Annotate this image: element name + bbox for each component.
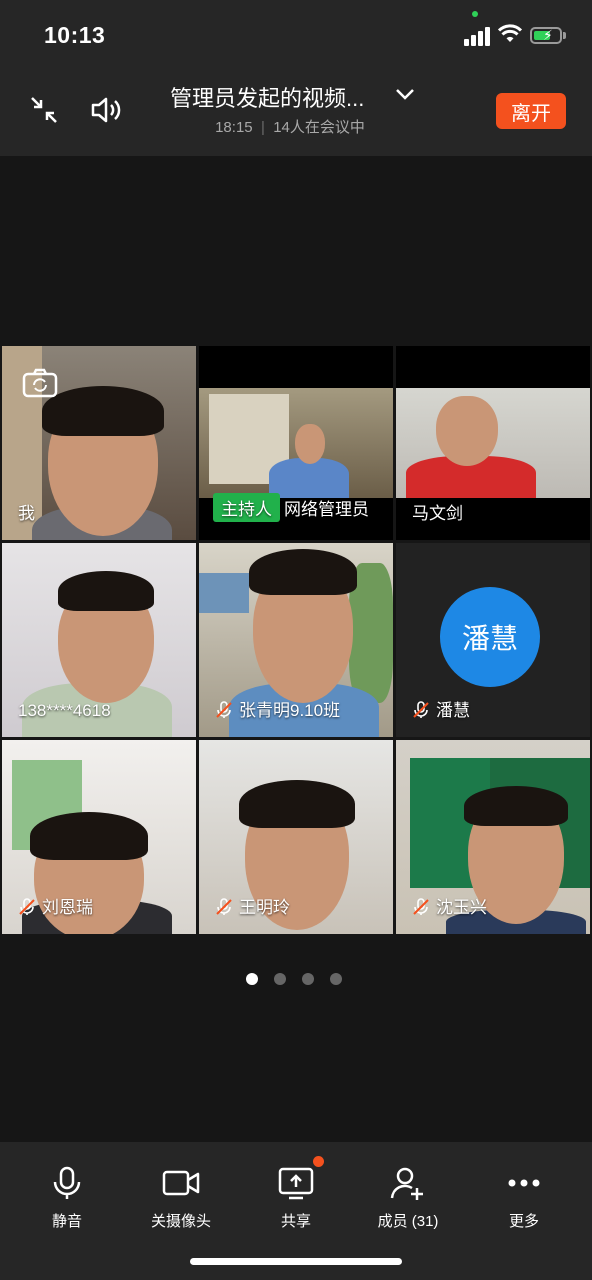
members-button[interactable]: 成员 (31) [353, 1166, 463, 1231]
avatar: 潘慧 [440, 587, 540, 687]
mic-muted-icon [216, 898, 232, 915]
meeting-header: 管理员发起的视频... 18:15 | 14人在会议中 离开 [0, 64, 592, 156]
wifi-icon [498, 24, 522, 42]
participant-name: 沈玉兴 [412, 893, 487, 918]
video-tile[interactable]: 王明玲 [199, 740, 393, 934]
mic-muted-icon [19, 898, 35, 915]
more-button[interactable]: 更多 [469, 1166, 579, 1231]
mic-muted-icon [413, 898, 429, 915]
video-tile[interactable]: 张青明9.10班 [199, 543, 393, 737]
home-indicator[interactable] [190, 1258, 402, 1265]
mute-button[interactable]: 静音 [12, 1166, 122, 1231]
participant-face [436, 396, 498, 466]
host-badge: 主持人 [213, 493, 280, 522]
video-tile[interactable]: 刘恩瑞 [2, 740, 196, 934]
chevron-down-icon[interactable] [393, 84, 417, 104]
screen-share-icon [278, 1167, 314, 1200]
members-label: 成员 (31) [377, 1213, 439, 1230]
video-camera-icon [162, 1170, 200, 1196]
video-tile[interactable]: 潘慧 潘慧 [396, 543, 590, 737]
share-button[interactable]: 共享 [241, 1166, 351, 1231]
page-dot-4[interactable] [330, 973, 342, 985]
share-notification-dot [313, 1156, 324, 1167]
mic-muted-icon [216, 701, 232, 718]
participant-name: 刘恩瑞 [18, 893, 93, 918]
clock: 10:13 [44, 22, 106, 48]
video-tile[interactable]: 138****4618 [2, 543, 196, 737]
meeting-duration: 18:15 [215, 119, 253, 136]
mute-label: 静音 [51, 1213, 82, 1230]
camera-off-button[interactable]: 关摄像头 [126, 1166, 236, 1231]
participant-name: 马文剑 [412, 504, 463, 523]
camera-label: 关摄像头 [150, 1213, 211, 1230]
participant-name: 我 [18, 504, 35, 523]
video-tile[interactable]: 马文剑 [396, 346, 590, 540]
video-tile-host[interactable]: 主持人 网络管理员 [199, 346, 393, 540]
participant-count: 14人在会议中 [273, 119, 365, 136]
participant-name: 主持人 网络管理员 [213, 493, 369, 522]
meeting-info: 18:15 | 14人在会议中 [215, 119, 365, 136]
more-icon [508, 1179, 540, 1187]
page-dot-1[interactable] [246, 973, 258, 985]
video-tile[interactable]: 沈玉兴 [396, 740, 590, 934]
cellular-signal-icon [464, 26, 492, 46]
privacy-indicator [472, 11, 478, 17]
switch-camera-icon[interactable] [22, 368, 58, 398]
battery-cap [563, 32, 566, 39]
more-label: 更多 [508, 1213, 539, 1230]
battery-icon: ⚡ [530, 27, 562, 44]
participant-face [295, 424, 325, 464]
participant-name: 王明玲 [215, 893, 290, 918]
share-label: 共享 [280, 1213, 311, 1230]
video-tile-self[interactable]: 我 [2, 346, 196, 540]
add-member-icon [390, 1167, 423, 1200]
participant-name: 潘慧 [412, 696, 470, 721]
participant-name: 138****4618 [18, 701, 111, 720]
participant-name: 张青明9.10班 [215, 696, 340, 721]
mic-muted-icon [413, 701, 429, 718]
leave-button[interactable]: 离开 [496, 93, 566, 129]
page-indicator[interactable] [246, 972, 358, 990]
page-dot-2[interactable] [274, 973, 286, 985]
meeting-title[interactable]: 管理员发起的视频... [170, 81, 380, 113]
minimize-icon[interactable] [26, 92, 62, 128]
status-bar: 10:13 ⚡ [0, 0, 592, 64]
speaker-icon[interactable] [88, 92, 124, 128]
page-dot-3[interactable] [302, 973, 314, 985]
microphone-icon [53, 1166, 81, 1199]
